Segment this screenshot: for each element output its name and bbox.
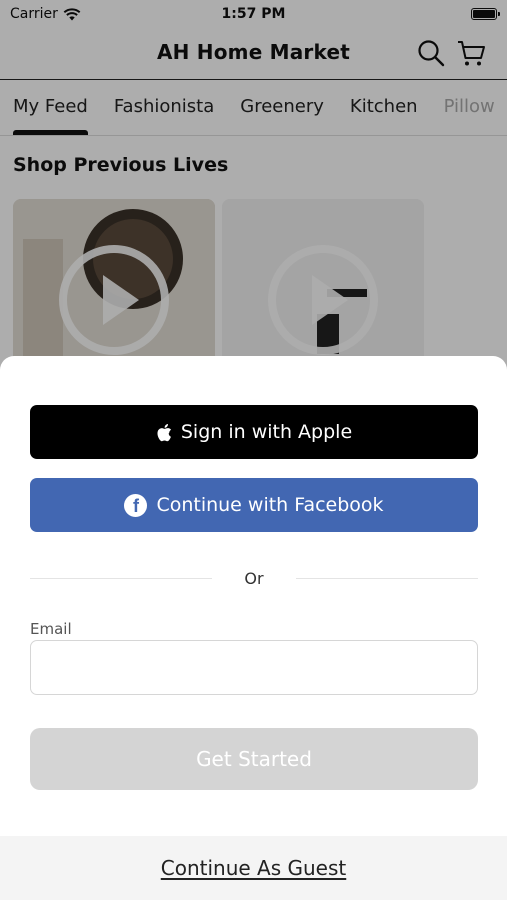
get-started-button[interactable]: Get Started bbox=[30, 728, 478, 790]
continue-as-guest-link[interactable]: Continue As Guest bbox=[161, 856, 347, 880]
facebook-button-label: Continue with Facebook bbox=[156, 494, 384, 516]
divider-line bbox=[295, 577, 479, 579]
continue-with-facebook-button[interactable]: f Continue with Facebook bbox=[30, 478, 478, 532]
or-divider: Or bbox=[30, 566, 479, 590]
guest-bar: Continue As Guest bbox=[0, 836, 507, 900]
facebook-icon: f bbox=[124, 493, 148, 517]
apple-icon bbox=[157, 423, 171, 441]
sign-in-with-apple-button[interactable]: Sign in with Apple bbox=[30, 405, 478, 459]
divider-line bbox=[30, 577, 213, 579]
email-label: Email bbox=[30, 620, 72, 638]
apple-button-label: Sign in with Apple bbox=[180, 421, 353, 443]
sign-in-sheet: Sign in with Apple f Continue with Faceb… bbox=[0, 356, 507, 900]
email-field[interactable] bbox=[30, 640, 478, 695]
or-label: Or bbox=[244, 568, 264, 588]
